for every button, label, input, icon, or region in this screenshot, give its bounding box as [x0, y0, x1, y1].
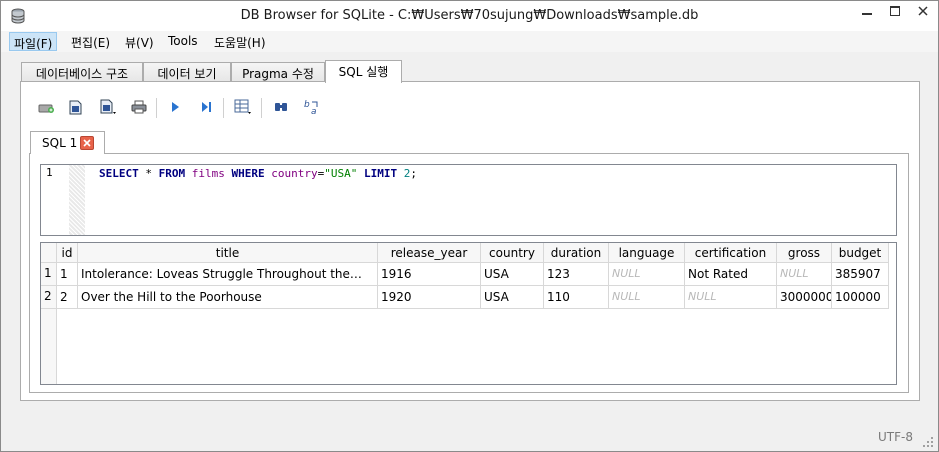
table-cell[interactable]: 123 [544, 263, 609, 286]
grid-corner[interactable] [41, 243, 57, 263]
table-cell[interactable]: Over the Hill to the Poorhouse [78, 286, 378, 309]
null-cell[interactable]: NULL [777, 263, 832, 286]
menu-help[interactable]: 도움말(H) [210, 32, 270, 51]
svg-text:a: a [311, 107, 317, 116]
toolbar-separator [261, 98, 262, 118]
find-button[interactable] [270, 97, 292, 119]
table-cell[interactable]: 2 [57, 286, 78, 309]
execute-all-icon [168, 100, 182, 117]
resize-grip-icon[interactable] [921, 435, 935, 449]
tab-edit-pragmas[interactable]: Pragma 수정 [231, 62, 325, 82]
table-cell[interactable]: 100000 [832, 286, 889, 309]
table-cell[interactable]: 3000000 [777, 286, 832, 309]
results-grid[interactable]: id title release_year country duration l… [40, 242, 897, 385]
table-cell[interactable]: USA [481, 286, 544, 309]
sql-tab-label: SQL 1 [42, 136, 78, 150]
table-cell[interactable]: 1920 [378, 286, 481, 309]
column-header-title[interactable]: title [78, 243, 378, 263]
print-icon [130, 99, 148, 118]
table-cell[interactable]: 1916 [378, 263, 481, 286]
menu-edit[interactable]: 편집(E) [67, 32, 114, 51]
execute-line-icon [199, 100, 213, 117]
table-cell[interactable]: Not Rated [685, 263, 777, 286]
menu-view[interactable]: 뷰(V) [121, 32, 158, 51]
column-header-language[interactable]: language [609, 243, 685, 263]
save-results-icon [233, 98, 253, 119]
encoding-label: UTF-8 [878, 430, 913, 444]
table-cell[interactable]: USA [481, 263, 544, 286]
tab-database-structure[interactable]: 데이터베이스 구조 [21, 62, 143, 82]
minimize-icon [862, 5, 872, 19]
sql-keyword: WHERE [231, 167, 265, 180]
find-icon [273, 99, 289, 118]
sql-editor[interactable]: 1 SELECT * FROM films WHERE country="USA… [40, 164, 897, 236]
column-header-country[interactable]: country [481, 243, 544, 263]
menu-bar: 파일(F) 편집(E) 뷰(V) Tools 도움말(H) [1, 31, 938, 52]
toolbar-separator [156, 98, 157, 118]
close-icon [917, 5, 928, 19]
print-button[interactable] [128, 97, 150, 119]
open-sql-file-button[interactable] [65, 97, 87, 119]
svg-text:b: b [304, 100, 310, 110]
menu-file[interactable]: 파일(F) [9, 32, 58, 51]
menu-tools[interactable]: Tools [164, 32, 202, 51]
maximize-icon [890, 5, 900, 19]
close-tab-icon[interactable] [80, 136, 94, 150]
open-tab-icon [37, 99, 55, 118]
line-number-gutter: 1 [41, 165, 69, 235]
window-title: DB Browser for SQLite - C:₩Users₩70sujun… [240, 8, 699, 23]
table-cell[interactable]: 385907 [832, 263, 889, 286]
code-line: SELECT * FROM films WHERE country="USA" … [99, 167, 417, 180]
column-header-certification[interactable]: certification [685, 243, 777, 263]
null-cell[interactable]: NULL [609, 286, 685, 309]
save-sql-file-icon [98, 98, 118, 119]
row-header[interactable]: 2 [41, 286, 57, 309]
row-header[interactable]: 1 [41, 263, 57, 286]
tab-browse-data[interactable]: 데이터 보기 [143, 62, 231, 82]
app-window: DB Browser for SQLite - C:₩Users₩70sujun… [0, 0, 939, 452]
save-sql-file-button[interactable] [97, 97, 119, 119]
sql-operator: ; [410, 167, 417, 180]
title-bar: DB Browser for SQLite - C:₩Users₩70sujun… [1, 1, 938, 31]
status-bar: UTF-8 [1, 425, 938, 451]
fold-margin [69, 165, 85, 235]
execute-line-button[interactable] [195, 97, 217, 119]
null-cell[interactable]: NULL [609, 263, 685, 286]
find-replace-icon: ba [303, 98, 321, 119]
execute-all-button[interactable] [164, 97, 186, 119]
sql-keyword: LIMIT [363, 167, 398, 180]
table-cell[interactable]: Intolerance: Loveas Struggle Throughout … [78, 263, 378, 286]
line-number: 1 [46, 166, 53, 179]
save-results-button[interactable] [232, 97, 254, 119]
sql-keyword: SELECT [99, 167, 139, 180]
sql-keyword: FROM [158, 167, 186, 180]
column-header-id[interactable]: id [57, 243, 78, 263]
open-sql-file-icon [67, 99, 85, 118]
table-cell[interactable]: 110 [544, 286, 609, 309]
null-cell[interactable]: NULL [685, 286, 777, 309]
close-window-button[interactable] [908, 2, 937, 22]
sql-column-name: country [271, 167, 318, 180]
sql-string: "USA" [324, 167, 358, 180]
column-header-budget[interactable]: budget [832, 243, 889, 263]
tab-sql-1[interactable]: SQL 1 [30, 131, 105, 154]
tab-execute-sql[interactable]: SQL 실행 [325, 60, 402, 83]
minimize-button[interactable] [853, 2, 881, 22]
sql-operator: * [138, 167, 159, 180]
column-header-release-year[interactable]: release_year [378, 243, 481, 263]
find-replace-button[interactable]: ba [301, 97, 323, 119]
table-cell[interactable]: 1 [57, 263, 78, 286]
toolbar-separator [223, 98, 224, 118]
column-header-gross[interactable]: gross [777, 243, 832, 263]
column-header-duration[interactable]: duration [544, 243, 609, 263]
maximize-button[interactable] [881, 2, 909, 22]
open-tab-button[interactable] [35, 97, 57, 119]
sql-table-name: films [191, 167, 225, 180]
